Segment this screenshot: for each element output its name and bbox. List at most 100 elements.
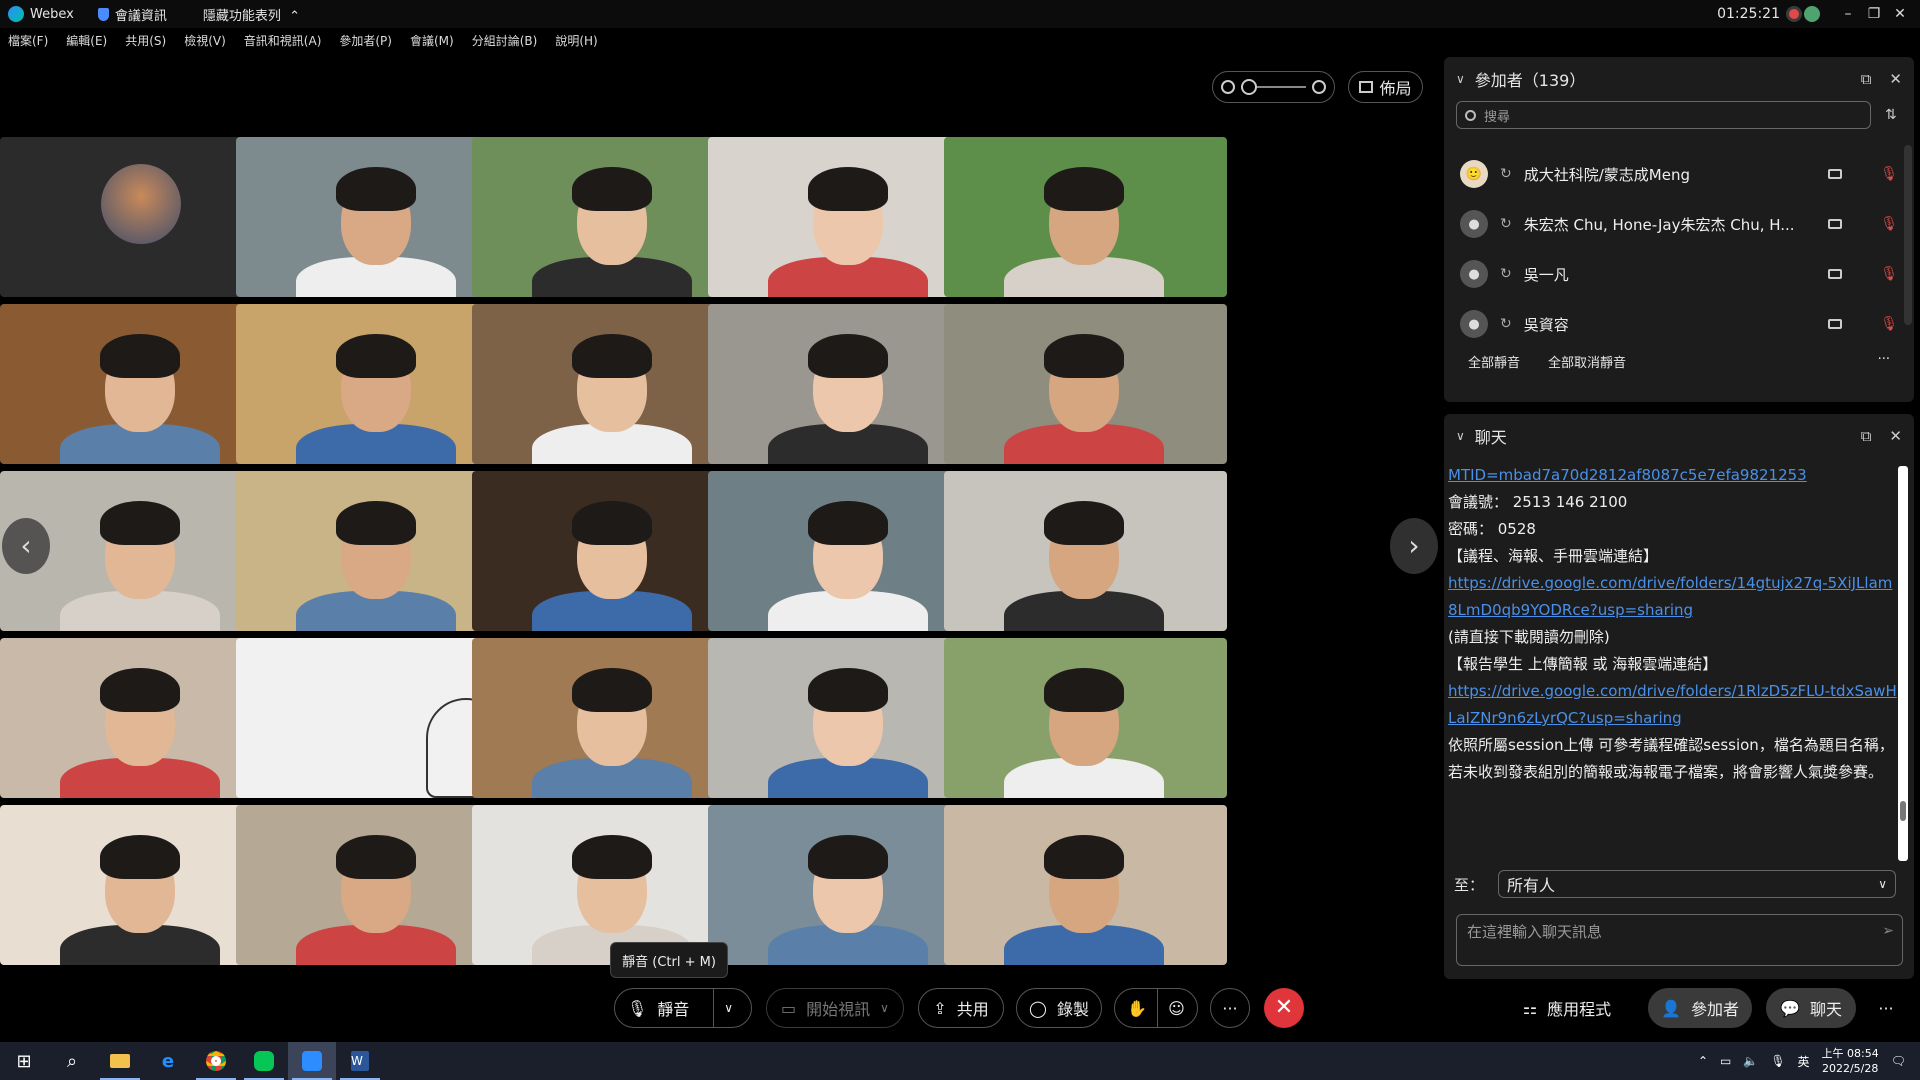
zoom-knob[interactable] bbox=[1241, 79, 1257, 95]
participant-list-scrollbar[interactable] bbox=[1904, 145, 1912, 325]
muted-mic-icon[interactable]: 🎙 bbox=[1880, 166, 1898, 182]
chat-bubble-icon: 💬 bbox=[1780, 998, 1800, 1018]
clock[interactable]: 上午 08:54 2022/5/28 bbox=[1822, 1046, 1879, 1076]
network-icon[interactable]: ▭ bbox=[1720, 1054, 1731, 1068]
chat-link[interactable]: https://drive.google.com/drive/folders/1… bbox=[1448, 678, 1900, 732]
zoom-out-icon[interactable] bbox=[1221, 80, 1235, 94]
more-options-icon[interactable]: ··· bbox=[1878, 352, 1890, 371]
video-off-icon: ▭ bbox=[781, 998, 797, 1018]
user-avatar[interactable] bbox=[1804, 6, 1820, 22]
zoom-slider[interactable] bbox=[1212, 71, 1335, 103]
recipient-select[interactable]: 所有人 ∨ bbox=[1498, 870, 1897, 898]
list-item[interactable]: ● ↻ 朱宏杰 Chu, Hone-Jay朱宏杰 Chu, H... 🎙 bbox=[1444, 199, 1914, 249]
chat-input[interactable]: 在這裡輸入聊天訊息 ➢ bbox=[1456, 914, 1903, 966]
menu-audio-video[interactable]: 音訊和視訊(A) bbox=[244, 32, 322, 54]
camera-icon[interactable] bbox=[1828, 269, 1843, 279]
collapse-chevron-icon[interactable]: ∨ bbox=[1456, 429, 1465, 443]
notification-icon[interactable]: 🗨 bbox=[1891, 1054, 1906, 1068]
hide-menu-button[interactable]: 隱藏功能表列 ⌃ bbox=[203, 5, 300, 24]
chrome-icon[interactable] bbox=[192, 1042, 240, 1080]
menu-breakout[interactable]: 分組討論(B) bbox=[472, 32, 538, 54]
participant-hair bbox=[808, 501, 888, 545]
windows-taskbar: ⊞ ⌕ e W ⌃ ▭ 🔈 🎙 英 上午 08:54 2022/5/28 🗨 bbox=[0, 1042, 1920, 1080]
recording-indicator-icon[interactable] bbox=[1786, 6, 1802, 22]
start-video-button[interactable]: ▭ 開始視訊 ∨ bbox=[766, 988, 904, 1028]
meeting-info-button[interactable]: 會議資訊 bbox=[97, 5, 167, 24]
internet-explorer-icon[interactable]: e bbox=[144, 1042, 192, 1080]
camera-icon[interactable] bbox=[1828, 319, 1843, 329]
menu-meeting[interactable]: 會議(M) bbox=[410, 32, 454, 54]
video-tile[interactable] bbox=[944, 137, 1227, 297]
menu-share[interactable]: 共用(S) bbox=[125, 32, 166, 54]
chat-message: 【報告學生 上傳簡報 或 海報雲端連結】 bbox=[1448, 655, 1718, 673]
search-placeholder: 搜尋 bbox=[1484, 109, 1511, 125]
end-meeting-button[interactable]: ✕ bbox=[1264, 988, 1304, 1028]
list-item[interactable]: ● ↻ 吳資容 🎙 bbox=[1444, 299, 1914, 349]
zoom-in-icon[interactable] bbox=[1312, 80, 1326, 94]
camera-icon[interactable] bbox=[1828, 169, 1843, 179]
list-item[interactable]: 🙂 ↻ 成大社科院/蒙志成Meng 🎙 bbox=[1444, 149, 1914, 199]
muted-mic-icon[interactable]: 🎙 bbox=[1880, 216, 1898, 232]
participant-hair bbox=[1044, 668, 1124, 712]
record-button[interactable]: ◯ 錄製 bbox=[1016, 988, 1102, 1028]
webex-taskbar-icon[interactable] bbox=[288, 1042, 336, 1080]
close-panel-icon[interactable]: ✕ bbox=[1889, 427, 1902, 445]
participant-hair bbox=[808, 167, 888, 211]
close-window-icon[interactable]: ✕ bbox=[1890, 4, 1910, 24]
mute-all-button[interactable]: 全部靜音 bbox=[1468, 352, 1520, 371]
participant-search-input[interactable]: 搜尋 bbox=[1456, 101, 1871, 129]
video-tile[interactable] bbox=[944, 638, 1227, 798]
video-tile[interactable] bbox=[944, 471, 1227, 631]
chat-button[interactable]: 💬 聊天 bbox=[1766, 988, 1856, 1028]
layout-button[interactable]: 佈局 bbox=[1348, 71, 1423, 103]
search-icon[interactable]: ⌕ bbox=[48, 1042, 96, 1080]
participants-button[interactable]: 👤 參加者 bbox=[1648, 988, 1752, 1028]
chat-link[interactable]: MTID=mbad7a70d2812af8087c5e7efa9821253 bbox=[1448, 462, 1900, 489]
line-icon[interactable] bbox=[240, 1042, 288, 1080]
popout-icon[interactable]: ⧉ bbox=[1861, 70, 1872, 88]
video-tile[interactable] bbox=[944, 304, 1227, 464]
file-explorer-icon[interactable] bbox=[96, 1042, 144, 1080]
close-panel-icon[interactable]: ✕ bbox=[1889, 70, 1902, 88]
zoom-track[interactable] bbox=[1241, 79, 1306, 95]
unmute-all-button[interactable]: 全部取消靜音 bbox=[1548, 352, 1626, 371]
chat-scroll-thumb[interactable] bbox=[1900, 801, 1906, 821]
more-button[interactable]: ··· bbox=[1210, 988, 1250, 1028]
send-icon[interactable]: ➢ bbox=[1882, 923, 1894, 939]
raise-hand-icon[interactable]: ✋ bbox=[1127, 999, 1147, 1018]
minimize-icon[interactable]: – bbox=[1838, 4, 1858, 24]
sort-icon[interactable]: ⇅ bbox=[1885, 107, 1897, 123]
avatar: 🙂 bbox=[1460, 160, 1488, 188]
tray-chevron-up-icon[interactable]: ⌃ bbox=[1698, 1054, 1708, 1068]
muted-mic-icon[interactable]: 🎙 bbox=[1880, 266, 1898, 282]
video-tile[interactable] bbox=[944, 805, 1227, 965]
apps-button[interactable]: ⚏ 應用程式 bbox=[1512, 988, 1622, 1028]
previous-page-arrow-icon[interactable]: ‹ bbox=[2, 518, 50, 574]
windows-start-icon[interactable]: ⊞ bbox=[0, 1042, 48, 1080]
share-button[interactable]: ⇪ 共用 bbox=[918, 988, 1004, 1028]
menu-participants[interactable]: 參加者(P) bbox=[339, 32, 392, 54]
ime-indicator[interactable]: 英 bbox=[1798, 1053, 1810, 1070]
menu-edit[interactable]: 編輯(E) bbox=[66, 32, 107, 54]
list-item[interactable] bbox=[1444, 135, 1914, 149]
menu-view[interactable]: 檢視(V) bbox=[184, 32, 226, 54]
list-item[interactable]: ● ↻ 吳一凡 🎙 bbox=[1444, 249, 1914, 299]
chevron-down-icon[interactable]: ∨ bbox=[724, 1001, 733, 1015]
popout-icon[interactable]: ⧉ bbox=[1861, 427, 1872, 445]
mute-button[interactable]: 🎙 靜音 ∨ bbox=[614, 988, 752, 1028]
microphone-tray-icon[interactable]: 🎙 bbox=[1770, 1054, 1785, 1068]
camera-icon[interactable] bbox=[1828, 219, 1843, 229]
toolbar-more-button[interactable]: ··· bbox=[1870, 988, 1902, 1028]
chat-scrollbar[interactable] bbox=[1898, 466, 1908, 861]
muted-mic-icon[interactable]: 🎙 bbox=[1880, 316, 1898, 332]
volume-icon[interactable]: 🔈 bbox=[1743, 1054, 1758, 1068]
collapse-chevron-icon[interactable]: ∨ bbox=[1456, 72, 1465, 86]
next-page-arrow-icon[interactable]: › bbox=[1390, 518, 1438, 574]
menu-help[interactable]: 說明(H) bbox=[555, 32, 597, 54]
reactions-icon[interactable]: ☺ bbox=[1168, 999, 1185, 1018]
chevron-down-icon[interactable]: ∨ bbox=[880, 1001, 889, 1015]
chat-link[interactable]: https://drive.google.com/drive/folders/1… bbox=[1448, 570, 1900, 624]
word-icon[interactable]: W bbox=[336, 1042, 384, 1080]
restore-icon[interactable]: ❐ bbox=[1864, 4, 1884, 24]
menu-file[interactable]: 檔案(F) bbox=[8, 32, 48, 54]
